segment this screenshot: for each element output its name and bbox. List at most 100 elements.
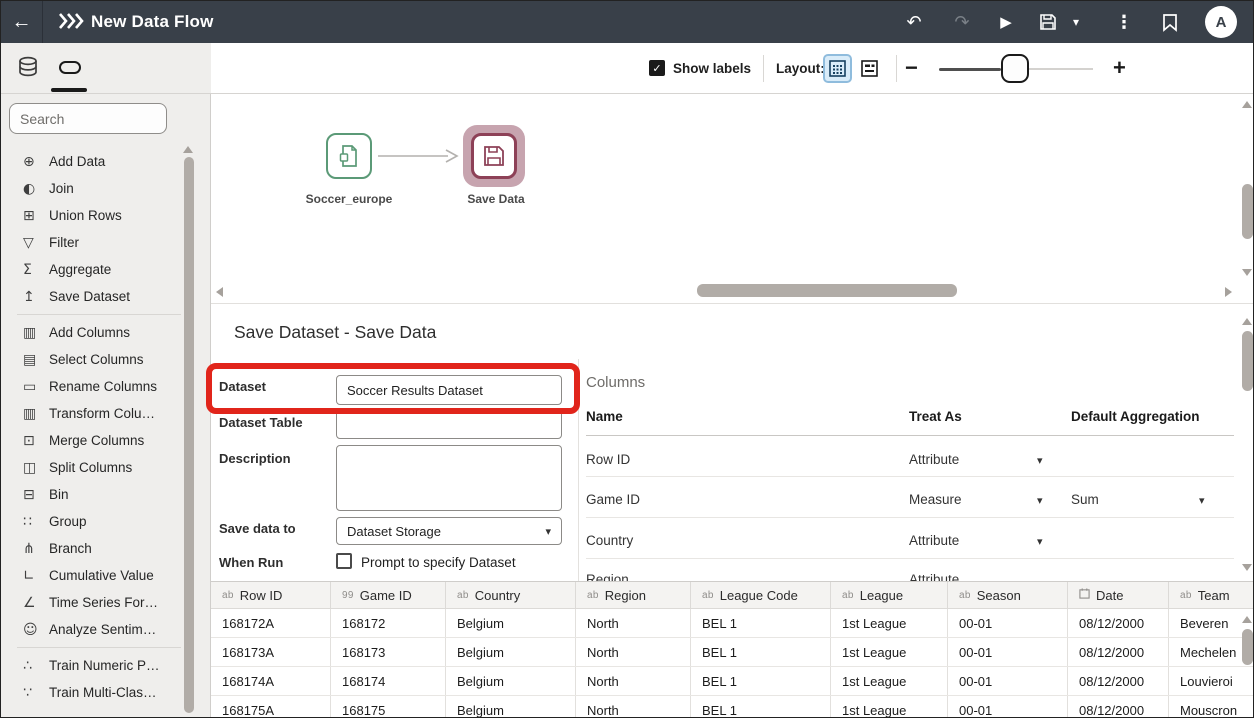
cell: 168175A <box>211 696 331 718</box>
sidebar-item-analyze-sentiment[interactable]: ☺Analyze Sentim… <box>1 616 181 643</box>
sidebar-item-bin[interactable]: ⊟Bin <box>1 481 181 508</box>
canvas-scroll-down[interactable] <box>1242 269 1252 276</box>
node-label: Save Data <box>436 192 556 206</box>
bin-icon: ⊟ <box>23 487 49 503</box>
zoom-slider-thumb[interactable] <box>1001 54 1029 83</box>
panel-scroll-up[interactable] <box>1242 318 1252 325</box>
save-button[interactable] <box>1031 1 1065 43</box>
sidebar-item-branch[interactable]: ⋔Branch <box>1 535 181 562</box>
canvas-scroll-right[interactable] <box>1225 287 1232 297</box>
cell: 168172A <box>211 609 331 637</box>
save-data-to-label: Save data to <box>219 521 296 536</box>
zoom-slider-track-right[interactable] <box>1029 68 1093 70</box>
chevron-down-icon[interactable]: ▾ <box>1037 454 1043 467</box>
zoom-slider-track-left[interactable] <box>939 68 1001 71</box>
sidebar-item-train-multi-classifier[interactable]: ∵Train Multi-Clas… <box>1 679 181 706</box>
sidebar-item-add-columns[interactable]: ▥Add Columns <box>1 319 181 346</box>
preview-header-cell[interactable]: abTeam <box>1169 582 1254 608</box>
sidebar-scrollbar[interactable] <box>184 157 194 713</box>
chevron-down-icon[interactable]: ▾ <box>1199 494 1205 507</box>
preview-header-cell[interactable]: abRow ID <box>211 582 331 608</box>
sidebar-item-filter[interactable]: ▽Filter <box>1 229 181 256</box>
panel-scroll-down[interactable] <box>1242 564 1252 571</box>
avatar[interactable]: A <box>1205 6 1237 38</box>
sidebar-item-label: Train Numeric P… <box>49 658 160 673</box>
treat-as-dropdown[interactable]: Attribute <box>909 533 959 548</box>
chevron-down-icon[interactable]: ▾ <box>1037 494 1043 507</box>
run-button[interactable]: ▶ <box>989 1 1023 43</box>
panel-v-scrollbar[interactable] <box>1242 331 1253 391</box>
flow-canvas[interactable]: Soccer_europe Save Data <box>211 94 1254 303</box>
sidebar-item-save-dataset[interactable]: ↥Save Dataset <box>1 283 181 310</box>
back-button[interactable]: ← <box>1 1 43 43</box>
aggregation-dropdown[interactable]: Sum <box>1071 492 1099 507</box>
table-row[interactable]: 168173A168173BelgiumNorthBEL 11st League… <box>211 638 1254 667</box>
preview-header-cell[interactable]: abRegion <box>576 582 691 608</box>
table-row[interactable]: 168172A168172BelgiumNorthBEL 11st League… <box>211 609 1254 638</box>
branch-icon: ⋔ <box>23 541 49 557</box>
undo-button[interactable]: ↶ <box>897 1 931 43</box>
canvas-v-scrollbar[interactable] <box>1242 184 1253 239</box>
sidebar-item-group[interactable]: ∷Group <box>1 508 181 535</box>
preview-header-cell[interactable]: abLeague <box>831 582 948 608</box>
sidebar-item-aggregate[interactable]: ΣAggregate <box>1 256 181 283</box>
sidebar-item-select-columns[interactable]: ▤Select Columns <box>1 346 181 373</box>
bookmark-icon <box>1162 13 1178 32</box>
preview-v-scrollbar[interactable] <box>1242 629 1253 665</box>
chevron-down-icon[interactable]: ▾ <box>1037 535 1043 548</box>
sidebar-item-label: Group <box>49 514 87 529</box>
zoom-out-button[interactable]: − <box>905 55 918 81</box>
sidebar-item-cumulative-value[interactable]: ∟Cumulative Value <box>1 562 181 589</box>
sidebar-scroll-up[interactable] <box>183 146 193 153</box>
cell: North <box>576 609 691 637</box>
preview-header-cell[interactable]: abLeague Code <box>691 582 831 608</box>
node-soccer-europe[interactable] <box>326 133 372 179</box>
transform-columns-icon: ▥ <box>23 406 49 422</box>
sidebar-item-rename-columns[interactable]: ▭Rename Columns <box>1 373 181 400</box>
treat-as-dropdown[interactable]: Attribute <box>909 452 959 467</box>
preview-header-cell[interactable]: 99Game ID <box>331 582 446 608</box>
merge-columns-icon: ⊡ <box>23 433 49 449</box>
save-data-to-select[interactable]: Dataset Storage ▾ <box>336 517 562 545</box>
sidebar-item-train-numeric-prediction[interactable]: ∴Train Numeric P… <box>1 652 181 679</box>
sidebar-item-add-data[interactable]: ⊕Add Data <box>1 148 181 175</box>
sidebar-item-time-series-forecast[interactable]: ∠Time Series For… <box>1 589 181 616</box>
more-options-button[interactable]: ⋮ <box>1107 1 1141 43</box>
tab-data-sources[interactable] <box>11 55 45 85</box>
preview-header-cell[interactable]: abCountry <box>446 582 576 608</box>
sidebar-item-split-columns[interactable]: ◫Split Columns <box>1 454 181 481</box>
dataset-table-input[interactable] <box>336 409 562 439</box>
canvas-scroll-up[interactable] <box>1242 101 1252 108</box>
time-series-icon: ∠ <box>23 595 49 611</box>
canvas-h-scrollbar[interactable] <box>697 284 957 297</box>
layout-label: Layout: <box>776 61 825 76</box>
check-icon: ✓ <box>652 62 661 75</box>
sidebar-item-union-rows[interactable]: ⊞Union Rows <box>1 202 181 229</box>
cell: 168174 <box>331 667 446 695</box>
treat-as-dropdown[interactable]: Measure <box>909 492 962 507</box>
layout-grid-button[interactable] <box>825 56 850 81</box>
sidebar-item-join[interactable]: ◐Join <box>1 175 181 202</box>
preview-header-cell[interactable]: abSeason <box>948 582 1068 608</box>
tab-steps[interactable] <box>53 55 87 85</box>
show-labels-checkbox[interactable]: ✓ <box>649 60 665 76</box>
dataset-input[interactable] <box>336 375 562 405</box>
sidebar-item-transform-columns[interactable]: ▥Transform Colu… <box>1 400 181 427</box>
sidebar-item-merge-columns[interactable]: ⊡Merge Columns <box>1 427 181 454</box>
canvas-scroll-left[interactable] <box>216 287 223 297</box>
description-input[interactable] <box>336 445 562 511</box>
prompt-dataset-checkbox[interactable] <box>336 553 352 569</box>
layout-list-button[interactable] <box>857 56 882 81</box>
bookmark-button[interactable] <box>1153 1 1187 43</box>
columns-section-title: Columns <box>586 374 645 391</box>
search-input[interactable] <box>9 103 167 134</box>
save-menu-button[interactable]: ▾ <box>1063 1 1089 43</box>
preview-header-cell[interactable]: Date <box>1068 582 1169 608</box>
zoom-in-button[interactable]: + <box>1113 55 1126 81</box>
sidebar-item-label: Split Columns <box>49 460 132 475</box>
preview-scroll-up[interactable] <box>1242 616 1252 623</box>
table-row[interactable]: 168174A168174BelgiumNorthBEL 11st League… <box>211 667 1254 696</box>
table-row[interactable]: 168175A168175BelgiumNorthBEL 11st League… <box>211 696 1254 718</box>
redo-button[interactable]: ↷ <box>945 1 979 43</box>
node-save-data[interactable] <box>471 133 517 179</box>
